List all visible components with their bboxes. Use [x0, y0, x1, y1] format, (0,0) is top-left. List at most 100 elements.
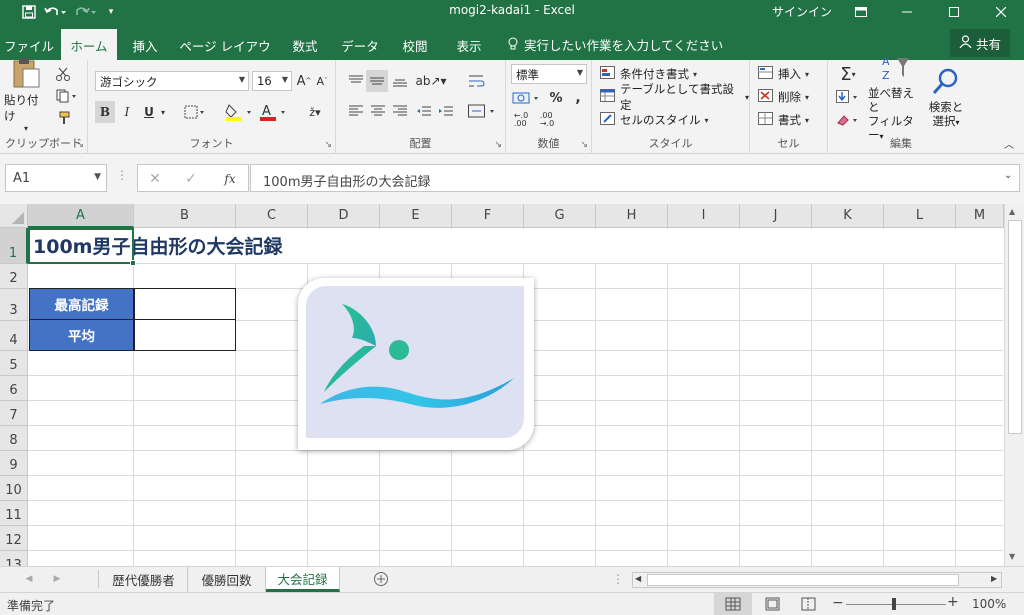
increase-indent-icon[interactable] [436, 100, 456, 122]
name-box[interactable]: A1 ▼ [5, 164, 107, 192]
formula-input[interactable]: 100m男子自由形の大会記録 [250, 164, 1020, 192]
zoom-slider-track[interactable] [846, 604, 946, 605]
copy-icon[interactable] [52, 86, 82, 106]
increase-decimal-icon[interactable]: ←.0.00 [510, 110, 532, 130]
bold-button[interactable]: B [95, 101, 115, 123]
tab-split-grip-icon[interactable]: ⋮ [612, 572, 624, 586]
row-header-13[interactable]: 13 [0, 551, 28, 566]
scroll-up-icon[interactable]: ▲ [1009, 207, 1015, 216]
row-header-2[interactable]: 2 [0, 264, 28, 289]
number-format-select[interactable]: 標準 ▼ [511, 64, 587, 84]
add-sheet-icon[interactable] [372, 570, 390, 588]
scroll-left-icon[interactable]: ◀ [635, 574, 641, 583]
column-header-m[interactable]: M [956, 204, 1004, 228]
cell-b4[interactable] [134, 319, 236, 351]
tab-formulas[interactable]: 数式 [282, 32, 328, 60]
select-all-corner[interactable] [0, 204, 28, 228]
align-left-icon[interactable] [346, 100, 366, 122]
insert-cells-button[interactable]: 挿入 ▾ [758, 64, 809, 84]
zoom-in-icon[interactable]: + [947, 594, 959, 610]
align-bottom-icon[interactable] [390, 70, 410, 92]
paste-button[interactable]: 貼り付け ▾ [4, 58, 48, 133]
decrease-decimal-icon[interactable]: .00 →.0 [536, 110, 558, 130]
horizontal-scroll-thumb[interactable] [647, 574, 959, 586]
column-header-d[interactable]: D [308, 204, 380, 228]
delete-cells-button[interactable]: 削除 ▾ [758, 87, 809, 107]
cell-a3[interactable]: 最高記録 [29, 288, 134, 320]
merge-center-icon[interactable] [466, 100, 498, 122]
column-header-e[interactable]: E [380, 204, 452, 228]
tab-view[interactable]: 表示 [446, 32, 492, 60]
cancel-icon[interactable]: ✕ [144, 169, 166, 189]
percent-button[interactable]: % [546, 87, 566, 109]
fill-icon[interactable] [834, 87, 862, 107]
share-button[interactable]: 共有 [950, 29, 1010, 57]
cell-a4[interactable]: 平均 [29, 319, 134, 351]
row-header-4[interactable]: 4 [0, 321, 28, 351]
sheet-tab-win-count[interactable]: 優勝回数 [188, 567, 266, 592]
increase-font-icon[interactable]: A ^ [296, 71, 312, 91]
horizontal-scrollbar[interactable]: ◀ ▶ [632, 572, 1002, 588]
column-header-h[interactable]: H [596, 204, 668, 228]
align-top-icon[interactable] [346, 70, 366, 92]
decrease-indent-icon[interactable] [414, 100, 434, 122]
column-header-l[interactable]: L [884, 204, 956, 228]
dialog-launcher-icon[interactable]: ↘ [494, 140, 502, 150]
font-size-select[interactable]: 16 ▼ [252, 71, 292, 91]
scroll-down-icon[interactable]: ▼ [1009, 552, 1015, 561]
align-right-icon[interactable] [390, 100, 410, 122]
dialog-launcher-icon[interactable]: ↘ [76, 140, 84, 150]
row-header-5[interactable]: 5 [0, 351, 28, 376]
column-header-i[interactable]: I [668, 204, 740, 228]
sort-filter-button[interactable]: AZ 並べ替えと フィルター▾ [868, 55, 924, 142]
comma-button[interactable]: , [568, 87, 588, 109]
column-header-k[interactable]: K [812, 204, 884, 228]
zoom-level[interactable]: 100% [972, 597, 1006, 611]
font-name-select[interactable]: 游ゴシック ▼ [95, 71, 249, 91]
sheet-next-icon[interactable]: ▶ [50, 572, 64, 586]
column-header-a[interactable]: A [28, 204, 134, 228]
align-middle-icon[interactable] [366, 70, 388, 92]
dialog-launcher-icon[interactable]: ↘ [324, 140, 332, 150]
normal-view-button[interactable] [714, 593, 752, 615]
clear-icon[interactable] [834, 110, 862, 130]
column-header-f[interactable]: F [452, 204, 524, 228]
sheet-prev-icon[interactable]: ◀ [22, 572, 36, 586]
close-icon[interactable] [978, 0, 1024, 24]
page-layout-view-button[interactable] [760, 593, 786, 615]
wrap-text-icon[interactable] [466, 70, 488, 92]
row-header-1[interactable]: 1 [0, 228, 28, 264]
find-select-button[interactable]: 検索と 選択▾ [926, 64, 966, 132]
tab-page-layout[interactable]: ページ レイアウト [176, 32, 274, 73]
tab-data[interactable]: データ [336, 32, 384, 60]
orientation-icon[interactable]: ab↗▾ [415, 70, 446, 92]
cell-b3[interactable] [134, 288, 236, 320]
row-header-7[interactable]: 7 [0, 401, 28, 426]
minimize-icon[interactable] [884, 0, 930, 24]
tab-insert[interactable]: 挿入 [122, 32, 168, 60]
autosum-icon[interactable]: Σ ▾ [834, 64, 862, 85]
column-header-j[interactable]: J [740, 204, 812, 228]
maximize-icon[interactable] [931, 0, 977, 24]
phonetic-icon[interactable]: ž▾ [304, 101, 326, 123]
tab-review[interactable]: 校閲 [392, 32, 438, 60]
format-as-table-button[interactable]: テーブルとして書式設定 ▾ [600, 82, 749, 112]
enter-icon[interactable]: ✓ [180, 169, 202, 189]
tab-home[interactable]: ホーム [61, 29, 117, 60]
page-break-view-button[interactable] [796, 593, 822, 615]
column-header-g[interactable]: G [524, 204, 596, 228]
cell-styles-button[interactable]: セルのスタイル ▾ [600, 110, 709, 130]
fill-color-icon[interactable] [224, 101, 254, 123]
row-header-11[interactable]: 11 [0, 501, 28, 526]
underline-button[interactable]: U [140, 101, 158, 123]
row-header-9[interactable]: 9 [0, 451, 28, 476]
vertical-scrollbar[interactable]: ▲ ▼ [1004, 204, 1024, 566]
ribbon-display-icon[interactable] [838, 0, 884, 24]
currency-icon[interactable] [510, 87, 544, 109]
column-header-b[interactable]: B [134, 204, 236, 228]
format-cells-button[interactable]: 書式 ▾ [758, 110, 809, 130]
formula-bar-grip-icon[interactable]: ⋮ [116, 168, 128, 182]
vertical-scroll-thumb[interactable] [1008, 220, 1022, 434]
swimmer-logo-image[interactable] [298, 278, 534, 450]
signin-link[interactable]: サインイン [772, 3, 832, 20]
